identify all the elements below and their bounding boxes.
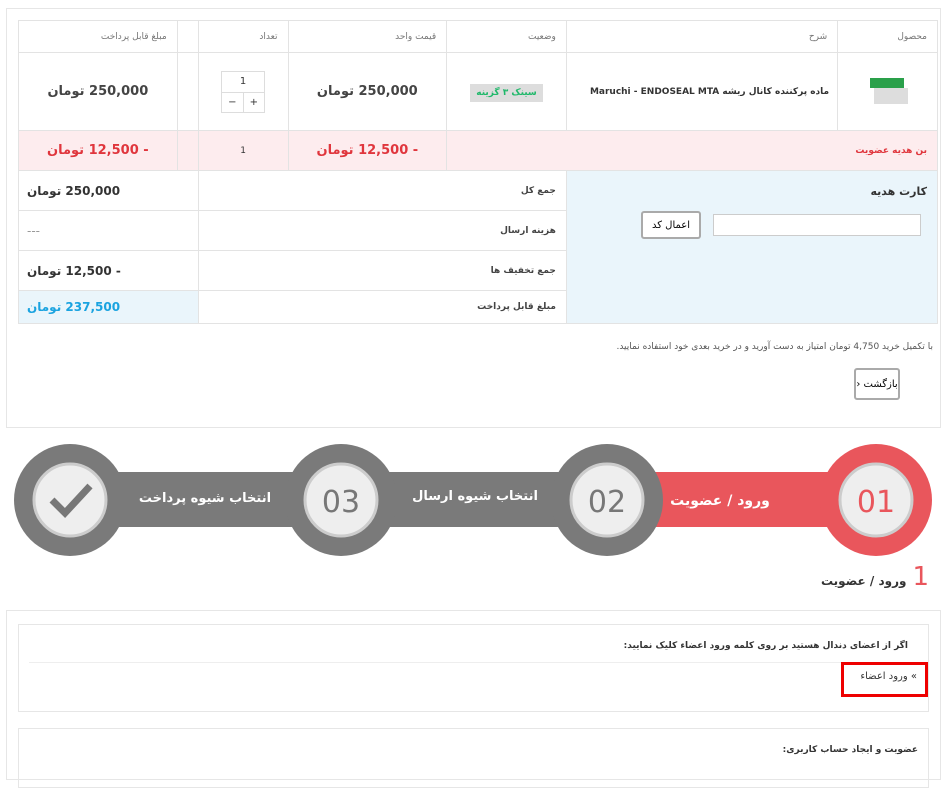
register-panel: عضویت و ایجاد حساب کاربری: <box>18 728 929 788</box>
product-image[interactable] <box>837 52 938 131</box>
quantity-stepper[interactable]: 1 + − <box>221 70 266 113</box>
minus-button[interactable]: − <box>222 93 243 112</box>
back-button[interactable]: بازگشت ‹ <box>854 368 900 400</box>
step-2[interactable]: 02 انتخاب شیوه ارسال <box>412 444 663 556</box>
login-prompt: اگر از اعضای دندال هستید بر روی کلمه ورو… <box>29 625 918 663</box>
shipping-value: --- <box>18 210 199 251</box>
col-status: وضعیت <box>446 20 567 53</box>
gift-card-panel: کارت هدیه اعمال کد <box>565 170 939 324</box>
step-4 <box>14 444 126 556</box>
svg-text:ورود / عضویت: ورود / عضویت <box>670 493 770 509</box>
col-empty <box>176 20 199 53</box>
col-quantity: تعداد <box>197 20 289 53</box>
status-badge: سینک ۳ گزینه <box>470 84 543 102</box>
discounts-value: - 12,500 تومان <box>18 250 199 291</box>
discount-label: بن هدیه عضویت <box>446 130 938 171</box>
cart-table: محصول شرح وضعیت قیمت واحد تعداد مبلغ قاب… <box>18 20 939 324</box>
total-label: جمع کل <box>197 170 567 211</box>
member-login-link[interactable]: » ورود اعضاء <box>841 662 928 697</box>
col-unit-price: قیمت واحد <box>287 20 448 53</box>
quantity-input[interactable]: 1 <box>222 72 264 92</box>
checkout-steps: 01 ورود / عضویت 02 انتخاب شیوه ارسال 03 … <box>14 444 932 556</box>
login-panel: اگر از اعضای دندال هستید بر روی کلمه ورو… <box>18 624 929 712</box>
col-total: مبلغ قابل پرداخت <box>18 20 178 53</box>
plus-button[interactable]: + <box>242 92 265 112</box>
discount-unit: - 12,500 تومان <box>287 130 448 171</box>
shipping-label: هزینه ارسال <box>197 210 567 251</box>
svg-text:01: 01 <box>857 485 895 520</box>
section-number: 1 <box>912 562 929 592</box>
section-heading: 1 ورود / عضویت <box>821 562 929 592</box>
svg-text:انتخاب شیوه ارسال: انتخاب شیوه ارسال <box>412 489 538 504</box>
row-total: 250,000 تومان <box>18 52 178 131</box>
discount-qty: 1 <box>197 130 289 171</box>
svg-text:03: 03 <box>322 485 360 520</box>
step-3[interactable]: 03 انتخاب شیوه پرداخت <box>139 444 397 556</box>
svg-text:انتخاب شیوه پرداخت: انتخاب شیوه پرداخت <box>139 491 271 506</box>
table-row: ماده پرکننده کانال ریشه Maruchi - ENDOSE… <box>18 52 938 131</box>
discount-row: بن هدیه عضویت - 12,500 تومان 1 - 12,500 … <box>18 130 938 171</box>
discount-total: - 12,500 تومان <box>18 130 178 171</box>
product-name[interactable]: ماده پرکننده کانال ریشه Maruchi - ENDOSE… <box>565 52 839 131</box>
section-title: ورود / عضویت <box>820 574 907 588</box>
apply-code-button[interactable]: اعمال کد <box>641 211 701 239</box>
table-header: محصول شرح وضعیت قیمت واحد تعداد مبلغ قاب… <box>18 20 938 53</box>
total-value: 250,000 تومان <box>18 170 199 211</box>
svg-text:02: 02 <box>588 485 626 520</box>
unit-price: 250,000 تومان <box>287 52 448 131</box>
gift-card-input[interactable] <box>713 214 921 236</box>
discounts-label: جمع تخفیف ها <box>197 250 567 291</box>
gift-card-title: کارت هدیه <box>870 185 927 198</box>
register-prompt: عضویت و ایجاد حساب کاربری: <box>782 745 918 755</box>
col-description: شرح <box>565 20 839 53</box>
payable-value: 237,500 تومان <box>18 290 199 324</box>
points-note: با تکمیل خرید 4,750 تومان امتیاز به دست … <box>616 342 933 352</box>
payable-label: مبلغ قابل پرداخت <box>197 290 567 324</box>
col-product: محصول <box>837 20 938 53</box>
